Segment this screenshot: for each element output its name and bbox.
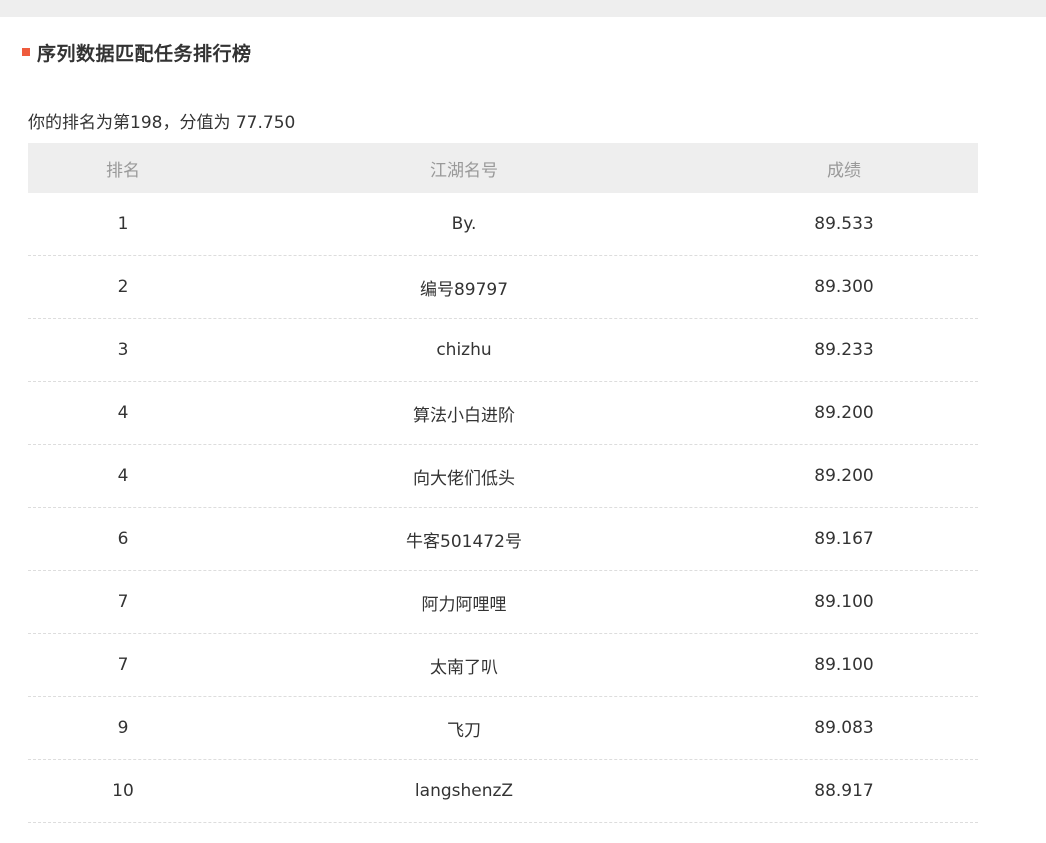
rank-cell: 10	[112, 781, 134, 801]
leaderboard-table: 排名 江湖名号 成绩 1 By. 89.533 2 编号89797 89.300 3 chiz…	[28, 143, 978, 823]
rank-cell: 1	[117, 214, 129, 234]
rank-cell: 7	[117, 592, 129, 612]
rank-cell: 3	[117, 340, 129, 360]
name-cell: 阿力阿哩哩	[421, 594, 507, 615]
score-cell: 89.200	[814, 466, 874, 486]
name-cell: 编号89797	[419, 279, 509, 300]
name-cell: 太南了叭	[430, 657, 498, 678]
column-header-rank: 排名	[106, 160, 140, 181]
rank-cell: 7	[117, 655, 129, 675]
name-cell: By.	[451, 214, 477, 234]
rank-cell: 2	[117, 277, 129, 297]
top-strip	[0, 0, 1046, 17]
table-row: 4 算法小白进阶 89.200	[28, 382, 978, 445]
name-cell: 飞刀	[447, 720, 481, 741]
rank-cell: 4	[117, 466, 129, 486]
table-row: 9 飞刀 89.083	[28, 697, 978, 760]
name-cell: 向大佬们低头	[413, 468, 515, 489]
score-cell: 89.100	[814, 592, 874, 612]
table-row: 4 向大佬们低头 89.200	[28, 445, 978, 508]
column-header-score: 成绩	[827, 160, 861, 181]
rank-cell: 6	[117, 529, 129, 549]
table-header: 排名 江湖名号 成绩	[28, 143, 978, 193]
score-cell: 89.167	[814, 529, 874, 549]
table-row: 2 编号89797 89.300	[28, 256, 978, 319]
score-cell: 89.233	[814, 340, 874, 360]
score-cell: 89.300	[814, 277, 874, 297]
rank-cell: 4	[117, 403, 129, 423]
page-title: 序列数据匹配任务排行榜	[37, 42, 252, 65]
table-body: 1 By. 89.533 2 编号89797 89.300 3 chizhu 89.233 4 算法…	[28, 193, 978, 823]
rank-cell: 9	[117, 718, 129, 738]
score-cell: 89.200	[814, 403, 874, 423]
score-cell: 89.083	[814, 718, 874, 738]
name-cell: 算法小白进阶	[413, 405, 515, 426]
name-cell: 牛客501472号	[406, 531, 522, 552]
title-marker-icon	[22, 48, 30, 56]
column-header-name: 江湖名号	[430, 160, 498, 181]
score-cell: 89.100	[814, 655, 874, 675]
table-row: 7 阿力阿哩哩 89.100	[28, 571, 978, 634]
score-cell: 89.533	[814, 214, 874, 234]
table-row: 7 太南了叭 89.100	[28, 634, 978, 697]
table-row: 6 牛客501472号 89.167	[28, 508, 978, 571]
name-cell: langshenzZ	[414, 781, 514, 801]
score-cell: 88.917	[814, 781, 874, 801]
table-row: 3 chizhu 89.233	[28, 319, 978, 382]
table-row: 1 By. 89.533	[28, 193, 978, 256]
table-row: 10 langshenzZ 88.917	[28, 760, 978, 823]
name-cell: chizhu	[436, 340, 492, 360]
rank-summary: 你的排名为第198，分值为 77.750	[28, 113, 296, 133]
section-header: 序列数据匹配任务排行榜	[22, 38, 252, 66]
